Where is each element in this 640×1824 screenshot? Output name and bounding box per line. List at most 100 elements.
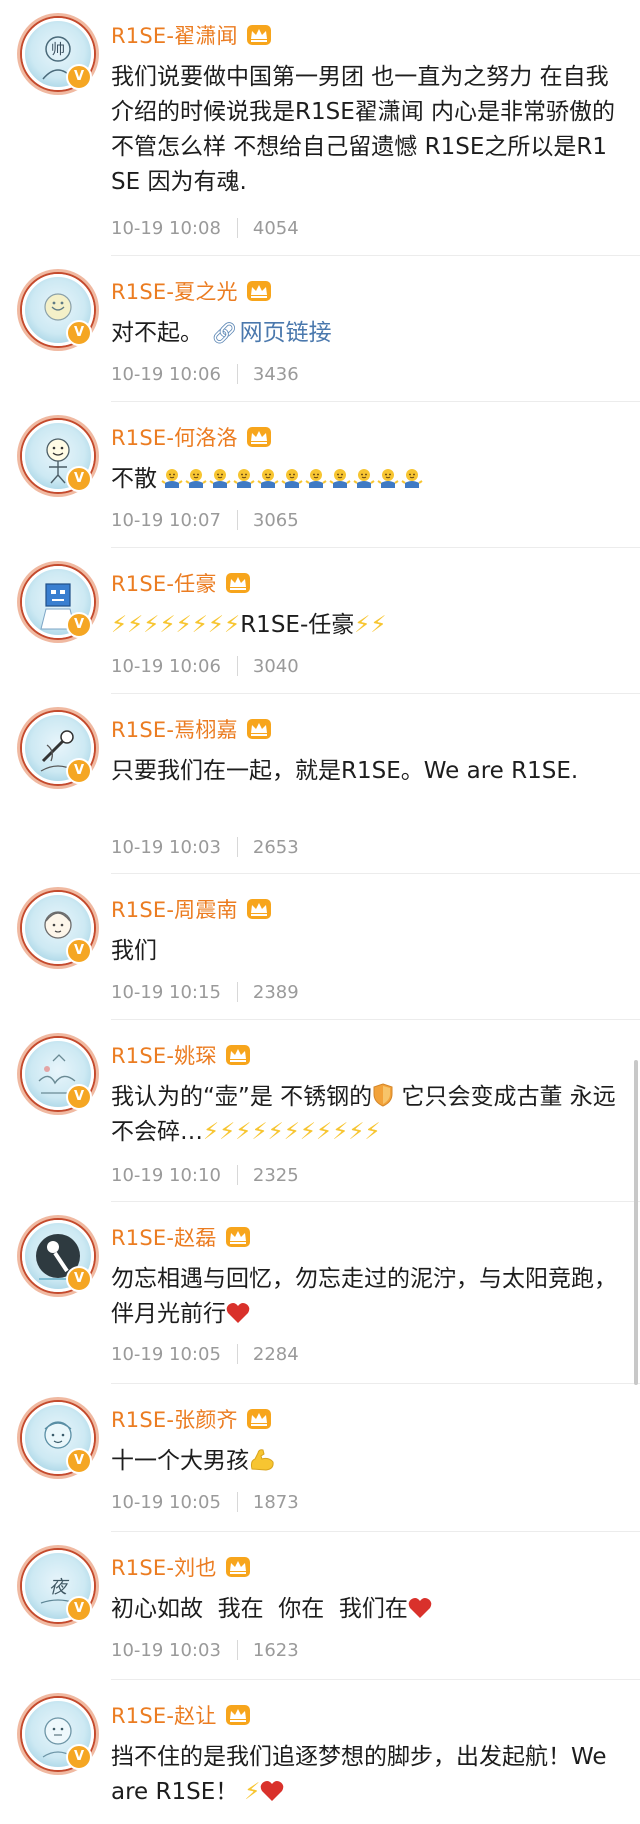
verified-icon: V	[66, 320, 92, 346]
svg-text:夜: 夜	[49, 1577, 70, 1598]
vip-crown-icon	[246, 427, 271, 447]
shrug-emoji-row	[157, 466, 423, 492]
meta-divider	[236, 1492, 238, 1512]
shrug-emoji	[209, 469, 231, 488]
vip-crown-icon	[246, 281, 271, 301]
comment-item[interactable]: V R1SE-夏之光 对不起。 🔗︎网页链接 10-19 10:06 3436	[0, 256, 640, 402]
meta-divider	[236, 1640, 238, 1660]
name-row: R1SE-任豪	[111, 568, 251, 598]
meta-row: 10-19 10:06 3040	[111, 653, 299, 679]
meta-row: 10-19 10:10 2325	[111, 1162, 299, 1188]
timestamp: 10-19 10:03	[111, 1639, 221, 1661]
user-name[interactable]: R1SE-任豪	[111, 568, 217, 598]
vip-crown-icon	[225, 1705, 250, 1725]
web-link[interactable]: 网页链接	[240, 320, 332, 346]
verified-icon: V	[66, 1448, 92, 1474]
comment-text: 只要我们在一起，就是R1SE。We are R1SE.	[111, 758, 579, 784]
shrug-emoji	[185, 469, 207, 488]
shrug-emoji	[233, 469, 255, 488]
like-count[interactable]: 3436	[253, 364, 299, 385]
user-name[interactable]: R1SE-翟潇闻	[111, 20, 238, 50]
comment-text-main: 十一个大男孩	[111, 1448, 249, 1474]
comment-text: 我认为的“壶”是 不锈钢的 它只会变成古董 永远不会碎…⚡⚡⚡⚡⚡⚡⚡⚡⚡⚡⚡	[111, 1080, 621, 1150]
meta-divider	[236, 510, 238, 530]
svg-text:帅: 帅	[51, 42, 65, 58]
user-name[interactable]: R1SE-赵让	[111, 1700, 217, 1730]
comment-item[interactable]: V R1SE-周震南 我们 10-19 10:15 2389	[0, 874, 640, 1020]
verified-icon: V	[66, 1084, 92, 1110]
comment-text: 对不起。 🔗︎网页链接	[111, 316, 621, 351]
meta-divider	[236, 1344, 238, 1364]
timestamp: 10-19 10:03	[111, 836, 221, 858]
red-heart-emoji	[261, 1781, 284, 1801]
vip-crown-icon	[246, 1409, 271, 1429]
name-row: R1SE-刘也	[111, 1552, 251, 1582]
timestamp: 10-19 10:08	[111, 217, 221, 239]
link-icon[interactable]: 🔗︎	[211, 316, 238, 351]
user-name[interactable]: R1SE-周震南	[111, 894, 238, 924]
timestamp: 10-19 10:06	[111, 363, 221, 385]
like-count[interactable]: 2325	[253, 1165, 299, 1186]
user-name[interactable]: R1SE-赵磊	[111, 1222, 217, 1252]
user-name[interactable]: R1SE-刘也	[111, 1552, 217, 1582]
meta-row: 10-19 10:03 2653	[111, 834, 299, 860]
like-count[interactable]: 2284	[253, 1344, 299, 1365]
timestamp: 10-19 10:15	[111, 981, 221, 1003]
user-name[interactable]: R1SE-焉栩嘉	[111, 714, 238, 744]
vip-crown-icon	[225, 1227, 250, 1247]
comment-item[interactable]: V R1SE-任豪 ⚡⚡⚡⚡⚡⚡⚡⚡R1SE-任豪⚡⚡ 10-19 10:06 …	[0, 548, 640, 694]
comment-text-main: 我认为的“壶”是 不锈钢的	[111, 1084, 373, 1110]
like-count[interactable]: 4054	[253, 218, 299, 239]
lightning-bolt-emoji: ⚡	[244, 1779, 261, 1805]
meta-row: 10-19 10:05 1873	[111, 1489, 299, 1515]
comment-text: 不散	[111, 462, 621, 497]
like-count[interactable]: 3065	[253, 510, 299, 531]
comment-item[interactable]: V R1SE-张颜齐 十一个大男孩 10-19 10:05 1873	[0, 1384, 640, 1532]
like-count[interactable]: 3040	[253, 656, 299, 677]
verified-icon: V	[66, 1266, 92, 1292]
vip-crown-icon	[225, 1045, 250, 1065]
comment-item[interactable]: V R1SE-赵让 挡不住的是我们追逐梦想的脚步，出发起航！We are R1S…	[0, 1680, 640, 1824]
comment-text: ⚡⚡⚡⚡⚡⚡⚡⚡R1SE-任豪⚡⚡	[111, 608, 621, 643]
name-row: R1SE-张颜齐	[111, 1404, 272, 1434]
meta-divider	[236, 364, 238, 384]
name-row: R1SE-赵让	[111, 1700, 251, 1730]
comment-item[interactable]: V R1SE-姚琛 我认为的“壶”是 不锈钢的 它只会变成古董 永远不会碎…⚡⚡…	[0, 1020, 640, 1202]
meta-row: 10-19 10:06 3436	[111, 361, 299, 387]
vip-crown-icon	[225, 573, 250, 593]
like-count[interactable]: 2653	[253, 837, 299, 858]
verified-icon: V	[66, 1596, 92, 1622]
name-row: R1SE-赵磊	[111, 1222, 251, 1252]
shrug-emoji	[161, 469, 183, 488]
name-row: R1SE-姚琛	[111, 1040, 251, 1070]
comment-text-main: 不散	[111, 466, 157, 492]
lightning-bolt-emoji-row: ⚡⚡	[354, 612, 387, 638]
user-name[interactable]: R1SE-何洛洛	[111, 422, 238, 452]
comment-item[interactable]: V R1SE-焉栩嘉 只要我们在一起，就是R1SE。We are R1SE. 1…	[0, 694, 640, 874]
name-row: R1SE-翟潇闻	[111, 20, 272, 50]
vip-crown-icon	[246, 719, 271, 739]
user-name[interactable]: R1SE-夏之光	[111, 276, 238, 306]
verified-icon: V	[66, 1744, 92, 1770]
verified-icon: V	[66, 612, 92, 638]
user-name[interactable]: R1SE-姚琛	[111, 1040, 217, 1070]
like-count[interactable]: 2389	[253, 982, 299, 1003]
shrug-emoji	[401, 469, 423, 488]
lightning-bolt-emoji-row: ⚡⚡⚡⚡⚡⚡⚡⚡⚡⚡⚡	[203, 1119, 381, 1145]
comment-text-main: 对不起。	[111, 320, 203, 346]
scrollbar[interactable]	[634, 1060, 638, 1385]
comment-item[interactable]: 夜 V R1SE-刘也 初心如故 我在 你在 我们在 10-19 10:03 1…	[0, 1532, 640, 1680]
verified-icon: V	[66, 938, 92, 964]
timestamp: 10-19 10:07	[111, 509, 221, 531]
comment-item[interactable]: V R1SE-赵磊 勿忘相遇与回忆，勿忘走过的泥泞，与太阳竞跑，伴月光前行 10…	[0, 1202, 640, 1384]
comment-text: 勿忘相遇与回忆，勿忘走过的泥泞，与太阳竞跑，伴月光前行	[111, 1262, 621, 1332]
verified-icon: V	[66, 64, 92, 90]
like-count[interactable]: 1873	[253, 1492, 299, 1513]
like-count[interactable]: 1623	[253, 1640, 299, 1661]
user-name[interactable]: R1SE-张颜齐	[111, 1404, 238, 1434]
comment-text: 我们说要做中国第一男团 也一直为之努力 在自我介绍的时候说我是R1SE翟潇闻 内…	[111, 64, 616, 195]
comment-item[interactable]: V R1SE-何洛洛 不散 10-19 10:07 3065	[0, 402, 640, 548]
shrug-emoji	[305, 469, 327, 488]
timestamp: 10-19 10:05	[111, 1343, 221, 1365]
comment-item[interactable]: 帅 V R1SE-翟潇闻 我们说要做中国第一男团 也一直为之努力 在自我介绍的时…	[0, 0, 640, 256]
